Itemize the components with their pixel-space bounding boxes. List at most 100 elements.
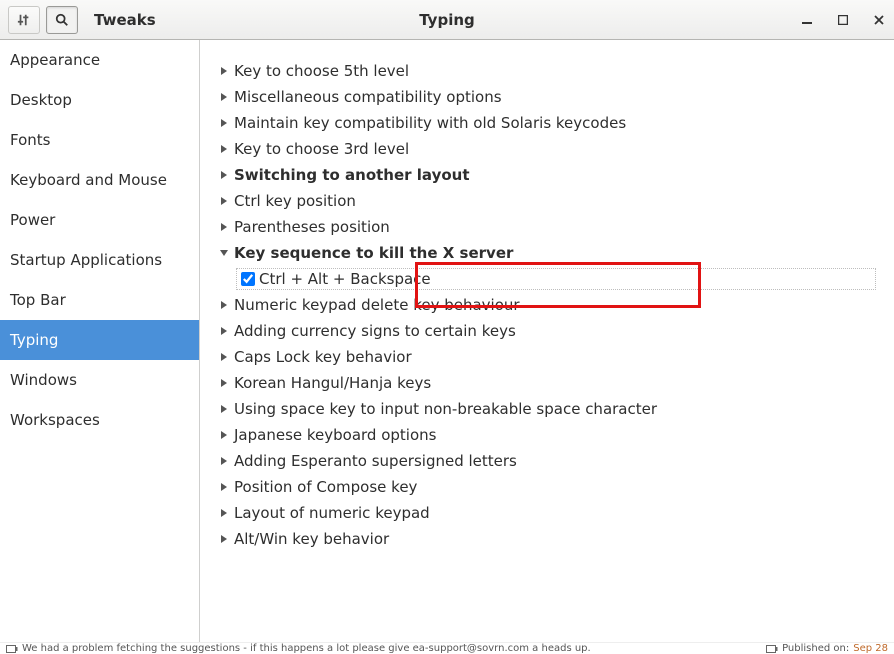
- option-label: Key to choose 5th level: [234, 60, 409, 82]
- minimize-icon: [802, 15, 812, 25]
- option-child-label: Ctrl + Alt + Backspace: [259, 270, 431, 288]
- sidebar-item-power[interactable]: Power: [0, 200, 199, 240]
- option-label: Miscellaneous compatibility options: [234, 86, 502, 108]
- option-row[interactable]: Miscellaneous compatibility options: [218, 84, 876, 110]
- option-row[interactable]: Key to choose 3rd level: [218, 136, 876, 162]
- chevron-right-icon: [218, 326, 230, 336]
- sidebar-item-label: Keyboard and Mouse: [10, 171, 167, 189]
- option-label: Key sequence to kill the X server: [234, 242, 513, 264]
- app-title: Tweaks: [94, 11, 156, 29]
- chevron-right-icon: [218, 222, 230, 232]
- close-button[interactable]: [870, 11, 888, 29]
- battery-icon-right: [766, 645, 778, 653]
- titlebar-left-controls: Tweaks: [8, 6, 156, 34]
- option-label: Adding currency signs to certain keys: [234, 320, 516, 342]
- statusbar-right: Published on: Sep 28: [766, 643, 888, 654]
- maximize-icon: [838, 15, 848, 25]
- sidebar-item-top-bar[interactable]: Top Bar: [0, 280, 199, 320]
- chevron-right-icon: [218, 378, 230, 388]
- sidebar-item-startup-applications[interactable]: Startup Applications: [0, 240, 199, 280]
- option-label: Layout of numeric keypad: [234, 502, 430, 524]
- option-row[interactable]: Numeric keypad delete key behaviour: [218, 292, 876, 318]
- sidebar-item-label: Desktop: [10, 91, 72, 109]
- page-title: Typing: [419, 11, 475, 29]
- sidebar-item-label: Fonts: [10, 131, 50, 149]
- option-label: Using space key to input non-breakable s…: [234, 398, 657, 420]
- status-message: We had a problem fetching the suggestion…: [22, 643, 591, 654]
- option-row[interactable]: Korean Hangul/Hanja keys: [218, 370, 876, 396]
- option-row[interactable]: Adding currency signs to certain keys: [218, 318, 876, 344]
- sidebar-item-appearance[interactable]: Appearance: [0, 40, 199, 80]
- chevron-down-icon: [218, 249, 230, 257]
- minimize-button[interactable]: [798, 11, 816, 29]
- chevron-right-icon: [218, 92, 230, 102]
- option-row[interactable]: Alt/Win key behavior: [218, 526, 876, 552]
- sidebar-item-label: Typing: [10, 331, 58, 349]
- option-label: Parentheses position: [234, 216, 390, 238]
- close-icon: [874, 15, 884, 25]
- statusbar: We had a problem fetching the suggestion…: [0, 642, 894, 654]
- sidebar-item-keyboard-and-mouse[interactable]: Keyboard and Mouse: [0, 160, 199, 200]
- sidebar-item-label: Appearance: [10, 51, 100, 69]
- option-label: Ctrl key position: [234, 190, 356, 212]
- main-panel: Key to choose 5th level Miscellaneous com…: [200, 40, 894, 642]
- option-label: Alt/Win key behavior: [234, 528, 389, 550]
- option-row[interactable]: Adding Esperanto supersigned letters: [218, 448, 876, 474]
- sliders-icon: [17, 13, 31, 27]
- sidebar-item-fonts[interactable]: Fonts: [0, 120, 199, 160]
- sidebar-item-typing[interactable]: Typing: [0, 320, 199, 360]
- option-row[interactable]: Japanese keyboard options: [218, 422, 876, 448]
- search-icon: [55, 13, 69, 27]
- chevron-right-icon: [218, 534, 230, 544]
- option-child-row[interactable]: Ctrl + Alt + Backspace: [236, 268, 876, 290]
- chevron-right-icon: [218, 170, 230, 180]
- chevron-right-icon: [218, 118, 230, 128]
- option-row[interactable]: Switching to another layout: [218, 162, 876, 188]
- chevron-right-icon: [218, 352, 230, 362]
- sidebar-item-windows[interactable]: Windows: [0, 360, 199, 400]
- body-area: Appearance Desktop Fonts Keyboard and Mouse…: [0, 40, 894, 642]
- sidebar-item-desktop[interactable]: Desktop: [0, 80, 199, 120]
- chevron-right-icon: [218, 196, 230, 206]
- option-label: Japanese keyboard options: [234, 424, 436, 446]
- sidebar-item-label: Windows: [10, 371, 77, 389]
- chevron-right-icon: [218, 144, 230, 154]
- chevron-right-icon: [218, 404, 230, 414]
- sidebar-item-label: Power: [10, 211, 55, 229]
- chevron-right-icon: [218, 300, 230, 310]
- option-label: Switching to another layout: [234, 164, 470, 186]
- option-row[interactable]: Maintain key compatibility with old Sola…: [218, 110, 876, 136]
- sidebar-item-workspaces[interactable]: Workspaces: [0, 400, 199, 440]
- sidebar-item-label: Top Bar: [10, 291, 66, 309]
- search-button[interactable]: [46, 6, 78, 34]
- sidebar-item-label: Workspaces: [10, 411, 100, 429]
- option-row[interactable]: Key to choose 5th level: [218, 58, 876, 84]
- app-menu-button[interactable]: [8, 6, 40, 34]
- option-label: Caps Lock key behavior: [234, 346, 412, 368]
- option-label: Korean Hangul/Hanja keys: [234, 372, 431, 394]
- option-row[interactable]: Ctrl key position: [218, 188, 876, 214]
- published-date: Sep 28: [853, 643, 888, 654]
- option-label: Position of Compose key: [234, 476, 417, 498]
- option-row[interactable]: Caps Lock key behavior: [218, 344, 876, 370]
- chevron-right-icon: [218, 66, 230, 76]
- option-label: Numeric keypad delete key behaviour: [234, 294, 520, 316]
- sidebar-item-label: Startup Applications: [10, 251, 162, 269]
- chevron-right-icon: [218, 456, 230, 466]
- option-row[interactable]: Key sequence to kill the X server: [218, 240, 876, 266]
- option-row[interactable]: Parentheses position: [218, 214, 876, 240]
- titlebar: Tweaks Typing: [0, 0, 894, 40]
- option-label: Adding Esperanto supersigned letters: [234, 450, 517, 472]
- battery-icon: [6, 645, 18, 653]
- option-child-checkbox[interactable]: [241, 272, 255, 286]
- sidebar: Appearance Desktop Fonts Keyboard and Mouse…: [0, 40, 200, 642]
- chevron-right-icon: [218, 482, 230, 492]
- option-label: Key to choose 3rd level: [234, 138, 409, 160]
- option-row[interactable]: Position of Compose key: [218, 474, 876, 500]
- chevron-right-icon: [218, 508, 230, 518]
- chevron-right-icon: [218, 430, 230, 440]
- option-row[interactable]: Layout of numeric keypad: [218, 500, 876, 526]
- option-row[interactable]: Using space key to input non-breakable s…: [218, 396, 876, 422]
- statusbar-left: We had a problem fetching the suggestion…: [6, 643, 591, 654]
- maximize-button[interactable]: [834, 11, 852, 29]
